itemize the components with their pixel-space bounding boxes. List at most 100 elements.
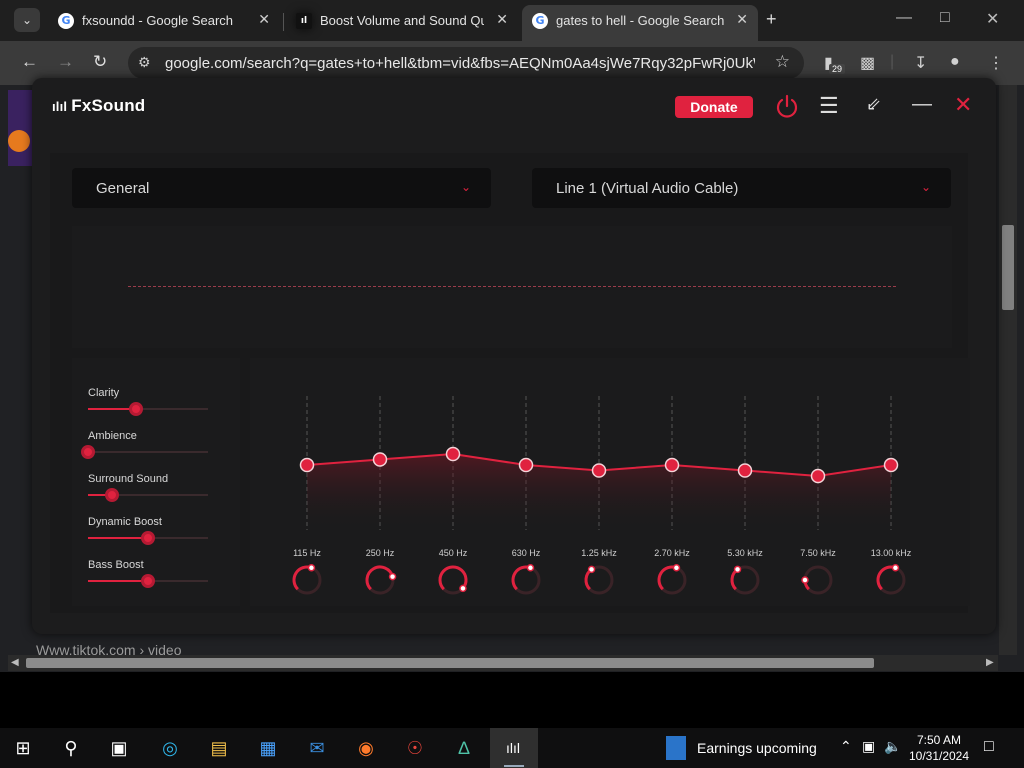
eq-frequency-label: 1.25 kHz (581, 548, 617, 558)
eq-band-handle[interactable] (518, 457, 534, 473)
scrollbar-thumb[interactable] (26, 658, 874, 668)
store-icon[interactable]: ▦ (255, 735, 281, 761)
eq-band-handle[interactable] (810, 468, 826, 484)
eq-band-handle[interactable] (591, 463, 607, 478)
donate-button[interactable]: Donate (675, 96, 753, 118)
eq-knob-indicator (672, 564, 681, 572)
eq-band-handle[interactable] (883, 457, 899, 473)
show-hidden-icons-icon[interactable]: ⌃ (840, 738, 852, 755)
dynamic-boost-slider[interactable] (88, 531, 208, 545)
extension-badge: 29 (829, 64, 846, 74)
windows-taskbar: ⊞ ⚲ ▣ ◎ ▤ ▦ ✉ ◉ ☉ ∆ ılıl Earnings upcomi… (0, 728, 1024, 768)
browser-menu-icon[interactable]: ⋮ (988, 53, 1004, 73)
search-icon[interactable]: ⚲ (58, 735, 84, 761)
clarity-slider[interactable] (88, 402, 208, 416)
system-clock[interactable]: 7:50 AM 10/31/2024 (904, 732, 974, 764)
ambience-label: Ambience (88, 430, 137, 442)
eq-knob-indicator (459, 584, 467, 593)
notifications-icon[interactable]: □ (984, 738, 994, 756)
windows-start-icon[interactable]: ⊞ (10, 735, 36, 761)
fxsound-taskbar-icon[interactable]: ılıl (500, 735, 526, 761)
eq-frequency-label: 13.00 kHz (870, 548, 912, 558)
slider-knob[interactable] (141, 531, 155, 545)
slider-knob[interactable] (81, 445, 95, 459)
close-tab-icon[interactable]: ✕ (496, 11, 508, 28)
fxsound-window: ılıl FxSound Donate ☰ ⇙ — ✕ General ⌄ Lin… (32, 78, 996, 634)
surround-sound-slider[interactable] (88, 488, 208, 502)
url-text[interactable]: google.com/search?q=gates+to+hell&tbm=vi… (165, 55, 755, 72)
bass-boost-slider[interactable] (88, 574, 208, 588)
download-icon[interactable]: ↧ (914, 53, 927, 73)
browser-tab-gates-to-hell[interactable]: G gates to hell - Google Search ✕ (522, 5, 758, 41)
network-icon[interactable]: ▣ (862, 738, 875, 755)
address-bar[interactable]: ⚙ google.com/search?q=gates+to+hell&tbm=… (128, 47, 804, 79)
spectrum-visualizer (72, 226, 952, 348)
toolbar-divider: | (890, 53, 895, 70)
eq-band-handle[interactable] (664, 457, 680, 473)
file-explorer-icon[interactable]: ▤ (206, 735, 232, 761)
chevron-down-icon: ⌄ (920, 180, 931, 194)
site-info-icon[interactable]: ⚙ (138, 54, 151, 71)
eq-band-handle[interactable] (299, 457, 315, 473)
ambience-slider[interactable] (81, 445, 208, 459)
dynamic-boost-label: Dynamic Boost (88, 516, 162, 528)
eq-knob-indicator (801, 576, 809, 584)
power-icon[interactable] (774, 94, 800, 120)
profile-avatar-icon[interactable]: ● (950, 53, 960, 71)
vertical-scrollbar[interactable] (999, 85, 1017, 655)
close-tab-icon[interactable]: ✕ (736, 11, 748, 28)
slider-knob[interactable] (105, 488, 119, 502)
eq-band-handle[interactable] (372, 452, 388, 467)
scroll-right-icon[interactable]: ▶ (986, 655, 994, 671)
minimize-icon[interactable]: — (912, 93, 932, 116)
eq-band-handle[interactable] (737, 463, 753, 478)
new-tab-button[interactable]: + (766, 9, 777, 30)
eq-frequency-label: 450 Hz (438, 548, 468, 558)
news-widget-text[interactable]: Earnings upcoming (697, 740, 817, 756)
slider-knob[interactable] (141, 574, 155, 588)
forward-icon[interactable]: → (57, 52, 74, 72)
horizontal-scrollbar[interactable]: ◀ ▶ (8, 655, 998, 671)
slider-knob[interactable] (129, 402, 143, 416)
news-widget-icon[interactable] (666, 736, 686, 760)
back-icon[interactable]: ← (21, 52, 38, 72)
doodle-banner[interactable] (8, 90, 32, 166)
tab-search-button[interactable]: ⌄ (14, 8, 40, 32)
equalizer-graph[interactable] (250, 358, 970, 606)
pumpkin-icon (8, 130, 30, 152)
active-app-indicator (504, 765, 524, 767)
preset-value: General (96, 180, 150, 197)
puzzle-extensions-icon[interactable]: ▩ (860, 53, 875, 73)
volume-icon[interactable]: 🔈 (884, 738, 901, 755)
tab-title: fxsoundd - Google Search (82, 13, 234, 28)
close-icon[interactable]: ✕ (954, 92, 972, 118)
window-close-icon[interactable]: ✕ (986, 9, 999, 29)
bookmark-star-icon[interactable]: ☆ (775, 52, 790, 72)
eq-band-handle[interactable] (445, 446, 461, 462)
chevron-down-icon: ⌄ (460, 180, 471, 194)
output-device-dropdown[interactable]: Line 1 (Virtual Audio Cable) ⌄ (532, 168, 951, 208)
fxsound-bars-icon: ılıl (52, 99, 68, 114)
window-maximize-icon[interactable]: □ (940, 9, 950, 27)
chrome-icon[interactable]: ☉ (402, 735, 428, 761)
eq-frequency-label: 7.50 kHz (800, 548, 836, 558)
hamburger-menu-icon[interactable]: ☰ (819, 95, 839, 117)
edge-icon[interactable]: ◎ (157, 735, 183, 761)
window-minimize-icon[interactable]: — (896, 9, 912, 27)
mail-icon[interactable]: ✉ (304, 735, 330, 761)
scroll-left-icon[interactable]: ◀ (11, 655, 19, 671)
close-tab-icon[interactable]: ✕ (258, 11, 270, 28)
browser-tab-fxsoundd[interactable]: G fxsoundd - Google Search ✕ (48, 5, 280, 37)
app-icon[interactable]: ∆ (451, 735, 477, 761)
task-view-icon[interactable]: ▣ (106, 735, 132, 761)
preset-dropdown[interactable]: General ⌄ (72, 168, 491, 208)
browser-tab-boost-volume[interactable]: ıl Boost Volume and Sound Quali ✕ (286, 5, 518, 37)
scrollbar-thumb[interactable] (1002, 225, 1014, 310)
eq-knob[interactable] (365, 565, 395, 591)
bass-boost-label: Bass Boost (88, 559, 144, 571)
eq-frequency-label: 630 Hz (511, 548, 541, 558)
shrink-view-icon[interactable]: ⇙ (866, 94, 881, 115)
reload-icon[interactable]: ↻ (93, 52, 107, 72)
eq-knob-indicator (891, 564, 900, 572)
firefox-icon[interactable]: ◉ (353, 735, 379, 761)
